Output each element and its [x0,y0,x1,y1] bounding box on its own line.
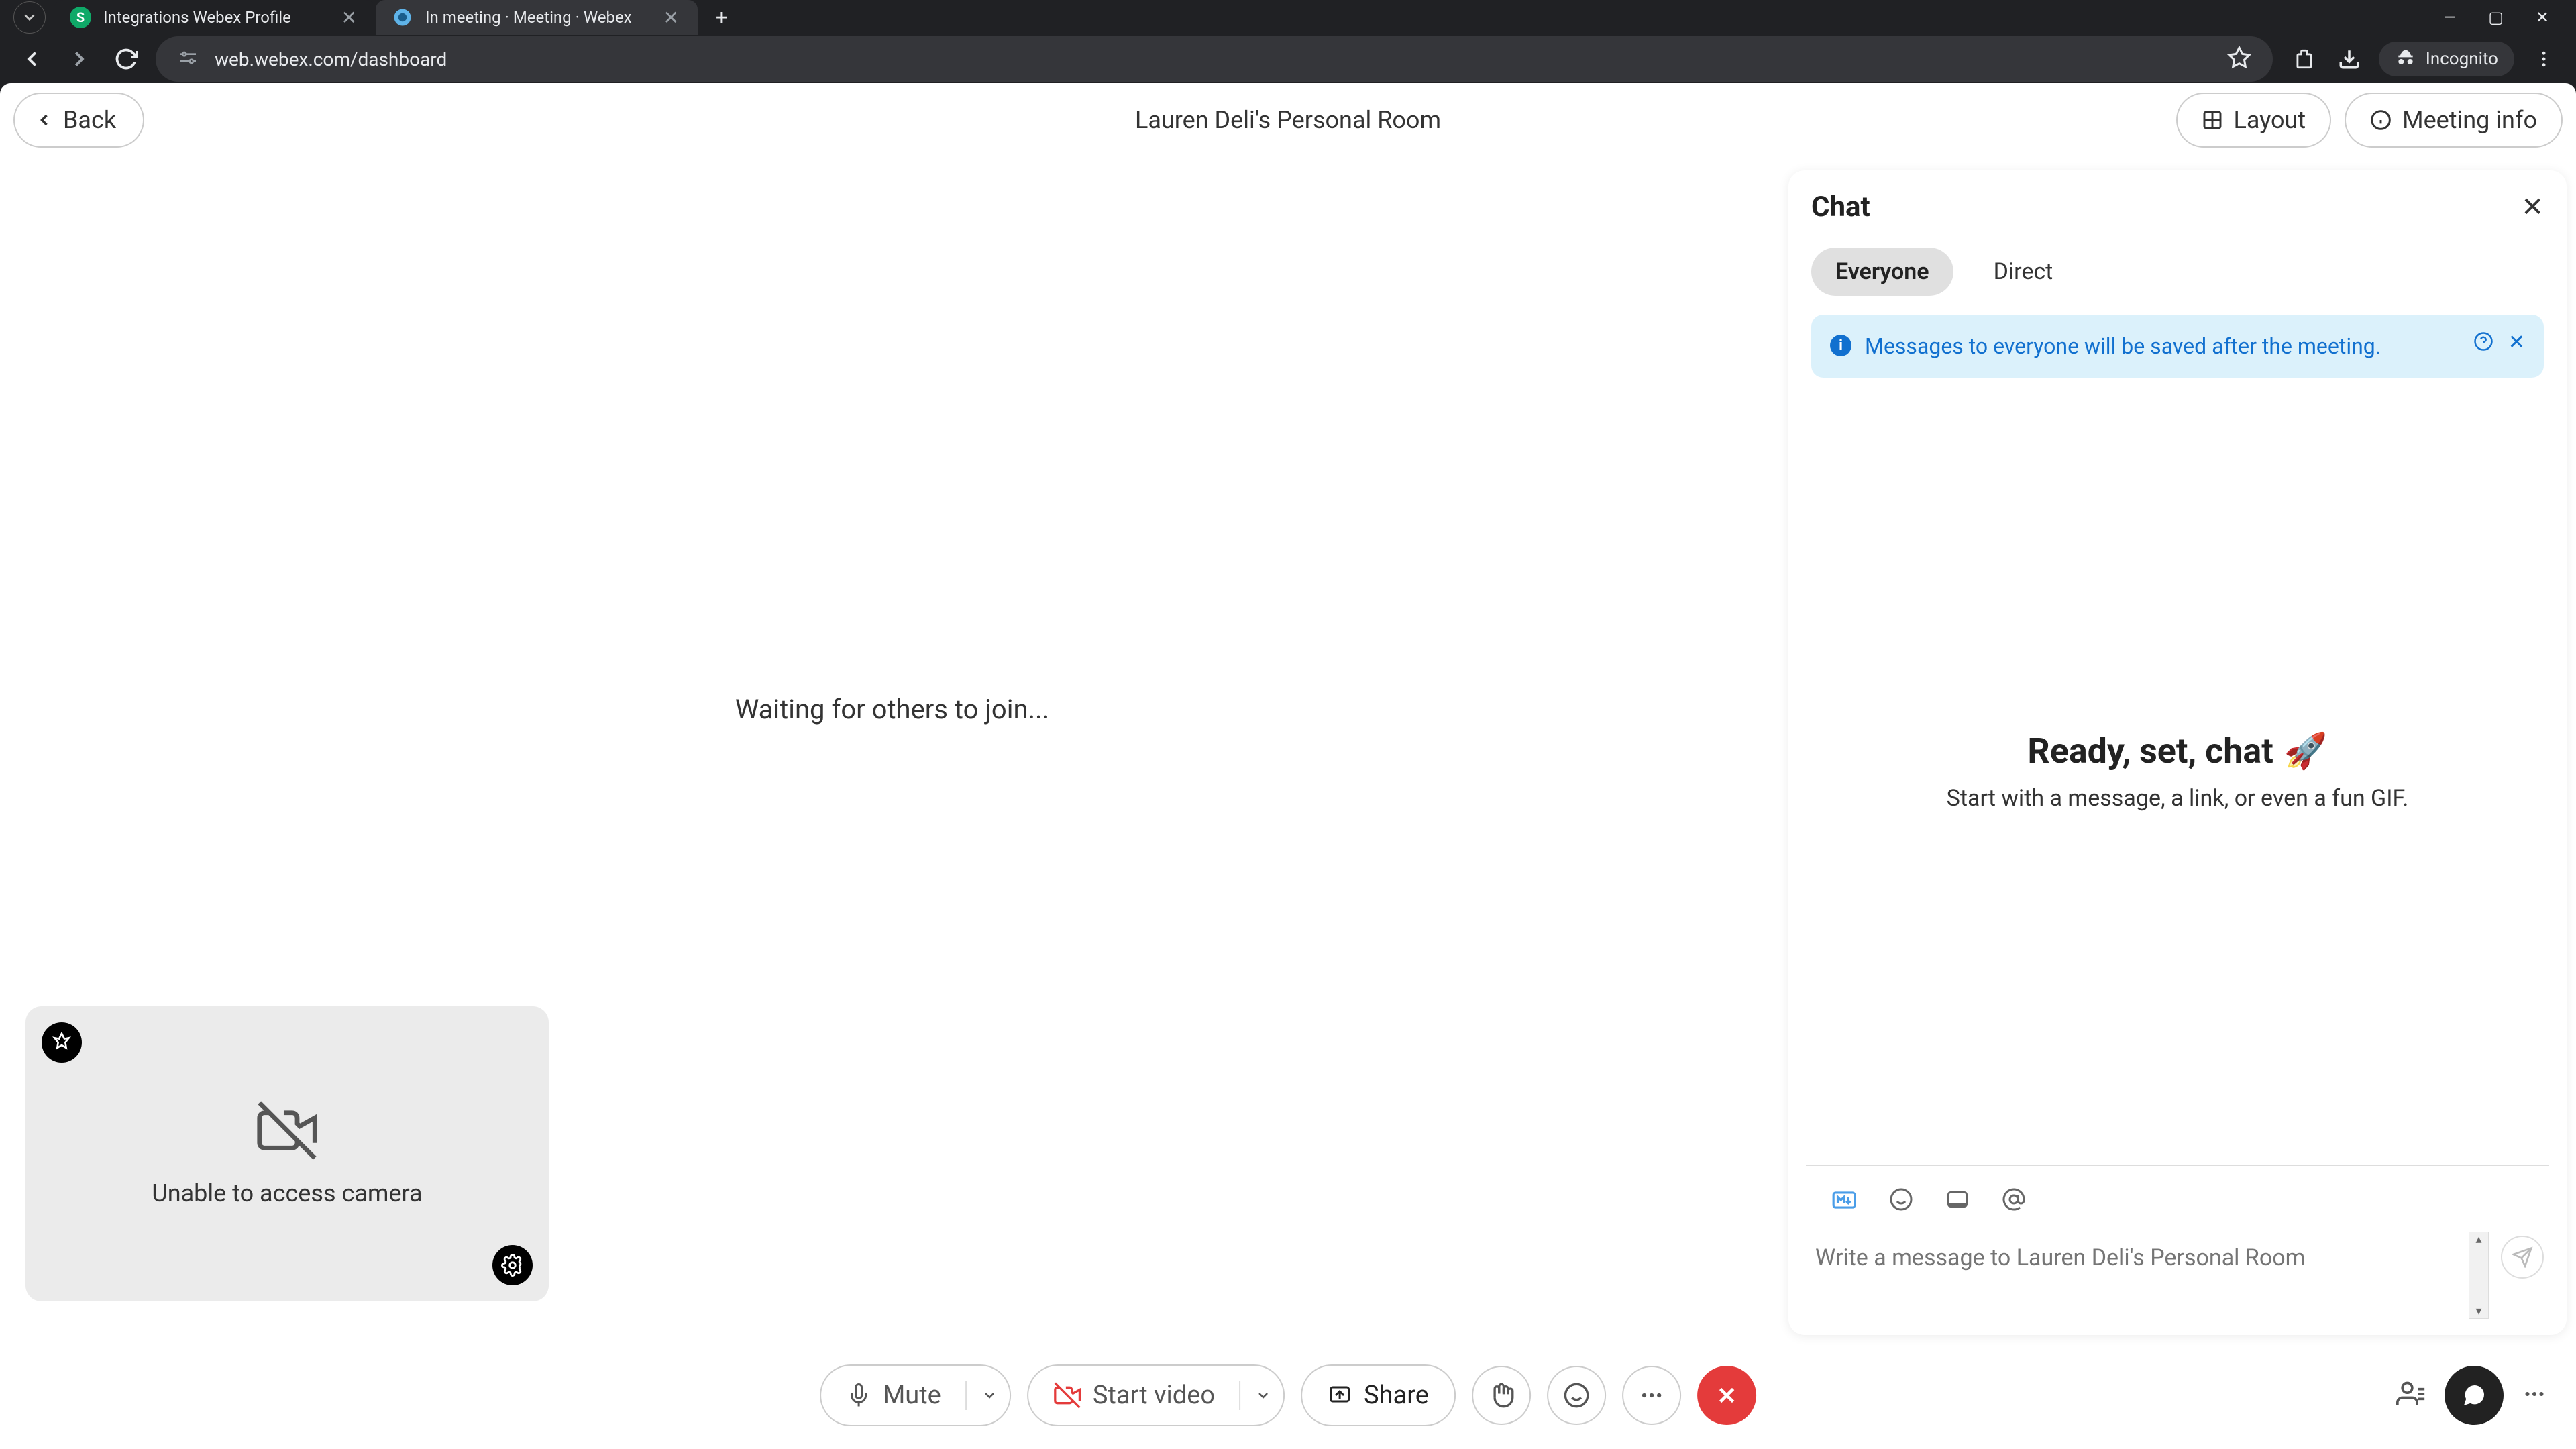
start-video-label: Start video [1093,1381,1215,1410]
chat-panel: Chat ✕ Everyone Direct i Messages to eve… [1788,170,2567,1335]
window-controls: — ▢ ✕ [2443,8,2576,27]
tab-title: In meeting · Meeting · Webex [425,8,632,27]
tab-close-icon[interactable]: ✕ [341,7,357,29]
minimize-button[interactable]: — [2443,8,2456,27]
downloads-button[interactable] [2332,42,2367,76]
share-label: Share [1364,1381,1429,1410]
address-bar[interactable]: web.webex.com/dashboard [156,36,2273,82]
empty-title-text: Ready, set, chat [2027,731,2273,771]
tab-favicon-icon [392,7,413,28]
chat-empty-title: Ready, set, chat 🚀 [2027,731,2327,771]
mute-options-chevron[interactable] [965,1381,998,1410]
app-header: Back Lauren Deli's Personal Room Layout … [0,83,2576,157]
banner-close-button[interactable]: ✕ [2508,331,2525,354]
chat-tab-direct[interactable]: Direct [1970,248,2078,296]
meeting-toolbar: Mute Start video Share [0,1342,2576,1449]
compose-row: ▴▾ [1811,1232,2544,1319]
webex-app: Back Lauren Deli's Personal Room Layout … [0,83,2576,1449]
site-settings-icon[interactable] [177,47,199,71]
chat-info-banner: i Messages to everyone will be saved aft… [1811,315,2544,378]
video-options-chevron[interactable] [1239,1381,1271,1410]
rocket-icon: 🚀 [2284,731,2328,771]
tab-close-icon[interactable]: ✕ [663,7,679,29]
incognito-label: Incognito [2426,49,2498,69]
extensions-button[interactable] [2285,42,2320,76]
browser-chrome: S Integrations Webex Profile ✕ In meetin… [0,0,2576,83]
send-button[interactable] [2501,1236,2544,1279]
back-button[interactable]: Back [13,93,144,148]
leave-meeting-button[interactable] [1697,1366,1756,1425]
mention-icon[interactable] [2002,1187,2026,1216]
raise-hand-button[interactable] [1472,1366,1531,1425]
meeting-info-button[interactable]: Meeting info [2345,93,2563,148]
self-view-tile: Unable to access camera [25,1006,549,1301]
nav-forward-button[interactable] [62,42,97,76]
divider [1806,1165,2549,1166]
pin-button[interactable] [42,1022,82,1063]
maximize-button[interactable]: ▢ [2488,8,2504,27]
browser-tab-0[interactable]: S Integrations Webex Profile ✕ [54,0,376,35]
chat-tabs: Everyone Direct [1811,248,2544,296]
share-button[interactable]: Share [1301,1364,1456,1426]
layout-button[interactable]: Layout [2176,93,2332,148]
mute-label: Mute [883,1381,941,1410]
tab-favicon-icon: S [70,7,91,28]
layout-label: Layout [2234,106,2306,134]
panel-options-button[interactable] [2522,1382,2546,1409]
browser-menu-button[interactable] [2526,42,2561,76]
chat-title: Chat [1811,191,1870,223]
participants-button[interactable] [2396,1379,2426,1411]
chat-tab-everyone[interactable]: Everyone [1811,248,1953,296]
chat-close-button[interactable]: ✕ [2521,191,2544,223]
textarea-scrollbar[interactable]: ▴▾ [2469,1232,2489,1319]
camera-status-text: Unable to access camera [152,1179,422,1208]
camera-off-icon [257,1100,317,1163]
chat-empty-state: Ready, set, chat 🚀 Start with a message,… [1811,378,2544,1165]
address-bar-row: web.webex.com/dashboard Incognito [0,35,2576,83]
new-tab-button[interactable]: + [706,1,738,34]
close-window-button[interactable]: ✕ [2536,8,2549,27]
nav-back-button[interactable] [15,42,50,76]
tab-title: Integrations Webex Profile [103,8,291,27]
markdown-icon[interactable] [1831,1187,1857,1216]
reactions-button[interactable] [1547,1366,1606,1425]
gif-icon[interactable] [1945,1187,1970,1216]
banner-help-button[interactable] [2473,331,2493,354]
tab-search-button[interactable] [13,1,46,34]
compose-toolbar [1811,1182,2544,1232]
meeting-info-label: Meeting info [2402,106,2537,134]
incognito-badge[interactable]: Incognito [2379,42,2514,76]
url-text: web.webex.com/dashboard [215,48,447,70]
start-video-button[interactable]: Start video [1027,1364,1285,1426]
more-options-button[interactable] [1622,1366,1681,1425]
info-icon: i [1830,335,1851,356]
waiting-text: Waiting for others to join... [735,694,1049,725]
mute-button[interactable]: Mute [820,1364,1011,1426]
nav-reload-button[interactable] [109,42,144,76]
emoji-icon[interactable] [1889,1187,1913,1216]
room-title: Lauren Deli's Personal Room [1135,106,1441,134]
self-view-settings-button[interactable] [492,1245,533,1285]
tab-strip: S Integrations Webex Profile ✕ In meetin… [0,0,2576,35]
chat-header: Chat ✕ [1811,191,2544,223]
banner-text: Messages to everyone will be saved after… [1865,331,2460,362]
chat-empty-subtitle: Start with a message, a link, or even a … [1947,785,2409,812]
message-input[interactable] [1811,1232,2457,1319]
back-label: Back [63,106,116,134]
chat-toggle-button[interactable] [2445,1366,2504,1425]
browser-tab-1[interactable]: In meeting · Meeting · Webex ✕ [376,0,698,35]
bookmark-icon[interactable] [2227,46,2251,72]
